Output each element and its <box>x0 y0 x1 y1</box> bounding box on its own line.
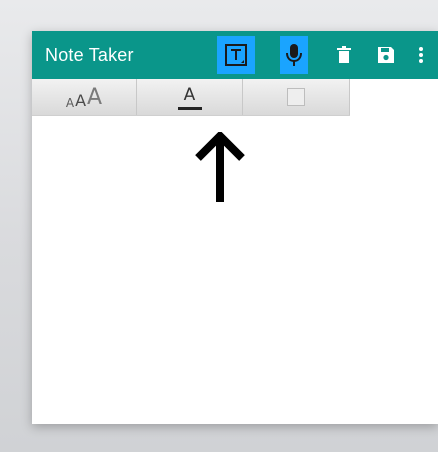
delete-button[interactable] <box>334 36 354 74</box>
tab-background-color[interactable] <box>243 79 350 115</box>
text-color-underline <box>177 106 202 110</box>
font-size-icon: A A A <box>65 85 103 110</box>
tab-font-size[interactable]: A A A <box>32 79 137 115</box>
save-button[interactable] <box>375 36 397 74</box>
app-title: Note Taker <box>45 45 134 65</box>
more-options-button[interactable] <box>414 36 428 74</box>
app-window: Note Taker A A A A <box>32 31 438 424</box>
background-color-swatch <box>287 88 305 106</box>
microphone-button[interactable] <box>280 36 308 74</box>
text-color-icon: A <box>177 86 202 110</box>
mic-icon <box>285 42 303 68</box>
format-bar: A A A A <box>32 79 350 116</box>
tab-text-color[interactable]: A <box>137 79 243 115</box>
up-arrow-icon <box>191 130 249 209</box>
text-mode-button[interactable] <box>217 36 255 74</box>
more-vert-icon <box>418 46 424 64</box>
delete-icon <box>337 46 351 64</box>
toolbar: Note Taker <box>32 31 438 79</box>
text-mode-icon <box>225 44 247 66</box>
save-icon <box>377 46 395 64</box>
